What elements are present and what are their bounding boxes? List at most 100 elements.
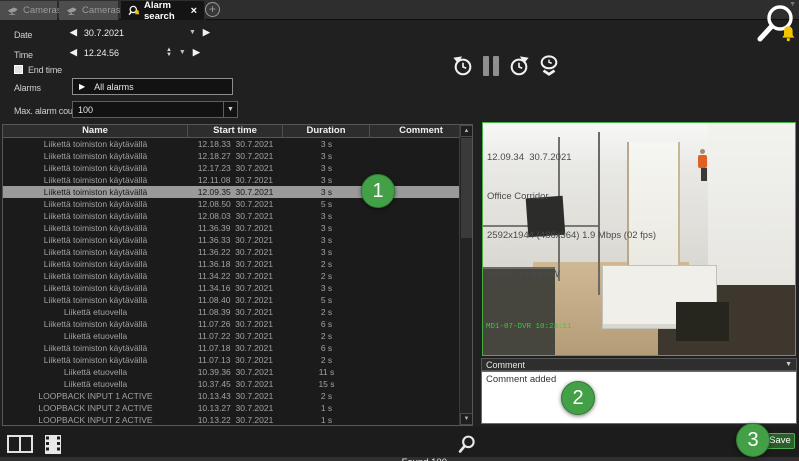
tab-label: Cameras: [23, 5, 62, 16]
annotation-circle-2: 2: [561, 381, 595, 415]
video-preview[interactable]: 12.09.34 30.7.2021 Office Corridor 2592x…: [482, 122, 796, 356]
header-name[interactable]: Name: [3, 125, 188, 138]
table-row[interactable]: Liikettä etuovella11.08.39 30.7.20212 s: [3, 306, 459, 318]
table-cell: 15 s: [283, 378, 370, 390]
time-prev-icon[interactable]: ◀: [70, 47, 77, 58]
camera-icon: [66, 6, 78, 15]
table-cell: [370, 246, 459, 258]
table-row[interactable]: Liikettä toimiston käytävällä12.18.33 30…: [3, 138, 459, 150]
table-cell: [370, 234, 459, 246]
pause-icon[interactable]: [481, 55, 501, 77]
table-row[interactable]: Liikettä toimiston käytävällä11.36.22 30…: [3, 246, 459, 258]
time-spinner[interactable]: ▲ ▼: [166, 48, 172, 58]
table-cell: Liikettä etuovella: [3, 366, 188, 378]
date-value[interactable]: 30.7.2021: [84, 28, 124, 38]
table-row[interactable]: Liikettä toimiston käytävällä11.34.16 30…: [3, 282, 459, 294]
table-cell: 2 s: [283, 270, 370, 282]
table-cell: Liikettä toimiston käytävällä: [3, 174, 188, 186]
table-cell: 5 s: [283, 294, 370, 306]
table-cell: 6 s: [283, 318, 370, 330]
playback-toolbar: [452, 55, 559, 77]
table-row[interactable]: Liikettä toimiston käytävällä11.34.22 30…: [3, 270, 459, 282]
table-cell: Liikettä toimiston käytävällä: [3, 270, 188, 282]
table-row[interactable]: Liikettä etuovella11.07.22 30.7.20212 s: [3, 330, 459, 342]
table-row[interactable]: Liikettä toimiston käytävällä12.08.03 30…: [3, 210, 459, 222]
osd-timestamp: 12.09.34 30.7.2021: [487, 151, 656, 164]
table-cell: Liikettä etuovella: [3, 378, 188, 390]
time-dropdown-icon[interactable]: ▼: [179, 49, 186, 56]
table-cell: [370, 366, 459, 378]
table-cell: Liikettä toimiston käytävällä: [3, 234, 188, 246]
end-time-checkbox[interactable]: [14, 65, 23, 74]
max-alarm-count-select[interactable]: 100 ▼: [72, 101, 238, 118]
table-cell: [370, 270, 459, 282]
comment-collapse-icon[interactable]: ▼: [785, 361, 792, 368]
max-alarm-dropdown-icon[interactable]: ▼: [223, 102, 237, 117]
table-cell: 2 s: [283, 330, 370, 342]
table-row[interactable]: Liikettä toimiston käytävällä11.08.40 30…: [3, 294, 459, 306]
table-row[interactable]: Liikettä toimiston käytävällä11.07.18 30…: [3, 342, 459, 354]
table-cell: Liikettä toimiston käytävällä: [3, 162, 188, 174]
table-cell: Liikettä toimiston käytävällä: [3, 342, 188, 354]
table-row[interactable]: Liikettä toimiston käytävällä11.07.26 30…: [3, 318, 459, 330]
alarm-search-big-icon: [754, 3, 796, 47]
table-row[interactable]: Liikettä toimiston käytävällä11.36.18 30…: [3, 258, 459, 270]
scroll-up-icon[interactable]: ▲: [460, 125, 473, 137]
table-cell: 3 s: [283, 246, 370, 258]
table-cell: [370, 318, 459, 330]
time-next-icon[interactable]: ▶: [193, 47, 200, 58]
table-row[interactable]: Liikettä toimiston käytävällä11.07.13 30…: [3, 354, 459, 366]
table-row[interactable]: LOOPBACK INPUT 1 ACTIVE10.13.43 30.7.202…: [3, 390, 459, 402]
table-cell: [370, 210, 459, 222]
play-forward-icon[interactable]: [508, 55, 530, 77]
table-cell: Liikettä toimiston käytävällä: [3, 150, 188, 162]
person-in-corridor: [701, 168, 707, 181]
table-cell: 1 s: [283, 402, 370, 414]
osd-camera-name: Office Corridor: [487, 190, 656, 203]
scrollbar-thumb[interactable]: [461, 138, 472, 238]
table-cell: 3 s: [283, 150, 370, 162]
table-row[interactable]: Liikettä toimiston käytävällä11.36.39 30…: [3, 222, 459, 234]
table-cell: Liikettä toimiston käytävällä: [3, 294, 188, 306]
dual-view-icon[interactable]: [7, 435, 33, 454]
tab-cameras-2[interactable]: Cameras ×: [59, 1, 119, 20]
comment-header[interactable]: Comment ▼: [481, 358, 797, 371]
spin-down-icon[interactable]: ▼: [166, 53, 172, 58]
table-cell: [370, 414, 459, 425]
scroll-down-icon[interactable]: ▼: [460, 413, 473, 425]
search-status: Found 100 Search time: 8.25.05 30.7.2021: [200, 430, 447, 461]
filmstrip-icon[interactable]: [44, 435, 62, 454]
table-row[interactable]: Liikettä etuovella10.37.45 30.7.202115 s: [3, 378, 459, 390]
table-cell: 12.09.35 30.7.2021: [188, 186, 283, 198]
date-dropdown-icon[interactable]: ▼: [189, 29, 196, 36]
header-start-time[interactable]: Start time: [188, 125, 283, 138]
close-icon[interactable]: ×: [191, 5, 197, 17]
header-comment[interactable]: Comment: [370, 125, 472, 138]
add-tab-button[interactable]: +: [205, 2, 220, 17]
table-row[interactable]: Liikettä toimiston käytävällä12.17.23 30…: [3, 162, 459, 174]
date-next-icon[interactable]: ▶: [203, 27, 210, 38]
header-duration[interactable]: Duration: [283, 125, 370, 138]
table-cell: 12.17.23 30.7.2021: [188, 162, 283, 174]
table-row[interactable]: LOOPBACK INPUT 2 ACTIVE10.13.27 30.7.202…: [3, 402, 459, 414]
jump-to-alarm-icon[interactable]: [537, 55, 559, 77]
table-row[interactable]: Liikettä toimiston käytävällä12.18.27 30…: [3, 150, 459, 162]
tab-label: Alarm search: [144, 0, 185, 22]
tab-cameras-1[interactable]: Cameras ×: [0, 1, 58, 20]
comment-textarea[interactable]: Comment added: [481, 371, 797, 424]
time-value[interactable]: 12.24.56: [84, 48, 119, 58]
table-row[interactable]: Liikettä etuovella10.39.36 30.7.202111 s: [3, 366, 459, 378]
play-backward-icon[interactable]: [452, 55, 474, 77]
table-cell: 11.08.39 30.7.2021: [188, 306, 283, 318]
table-row[interactable]: Liikettä toimiston käytävällä11.36.33 30…: [3, 234, 459, 246]
table-cell: 11.36.39 30.7.2021: [188, 222, 283, 234]
alarms-expand-icon[interactable]: ▶: [79, 82, 85, 91]
alarms-select[interactable]: ▶ All alarms: [72, 78, 233, 95]
table-scrollbar[interactable]: ▲ ▼: [459, 125, 472, 425]
table-row[interactable]: LOOPBACK INPUT 2 ACTIVE10.13.22 30.7.202…: [3, 414, 459, 425]
search-again-icon[interactable]: [457, 434, 478, 455]
table-cell: 3 s: [283, 138, 370, 150]
table-cell: [370, 258, 459, 270]
tab-alarm-search[interactable]: Alarm search ×: [121, 1, 205, 20]
date-prev-icon[interactable]: ◀: [70, 27, 77, 38]
